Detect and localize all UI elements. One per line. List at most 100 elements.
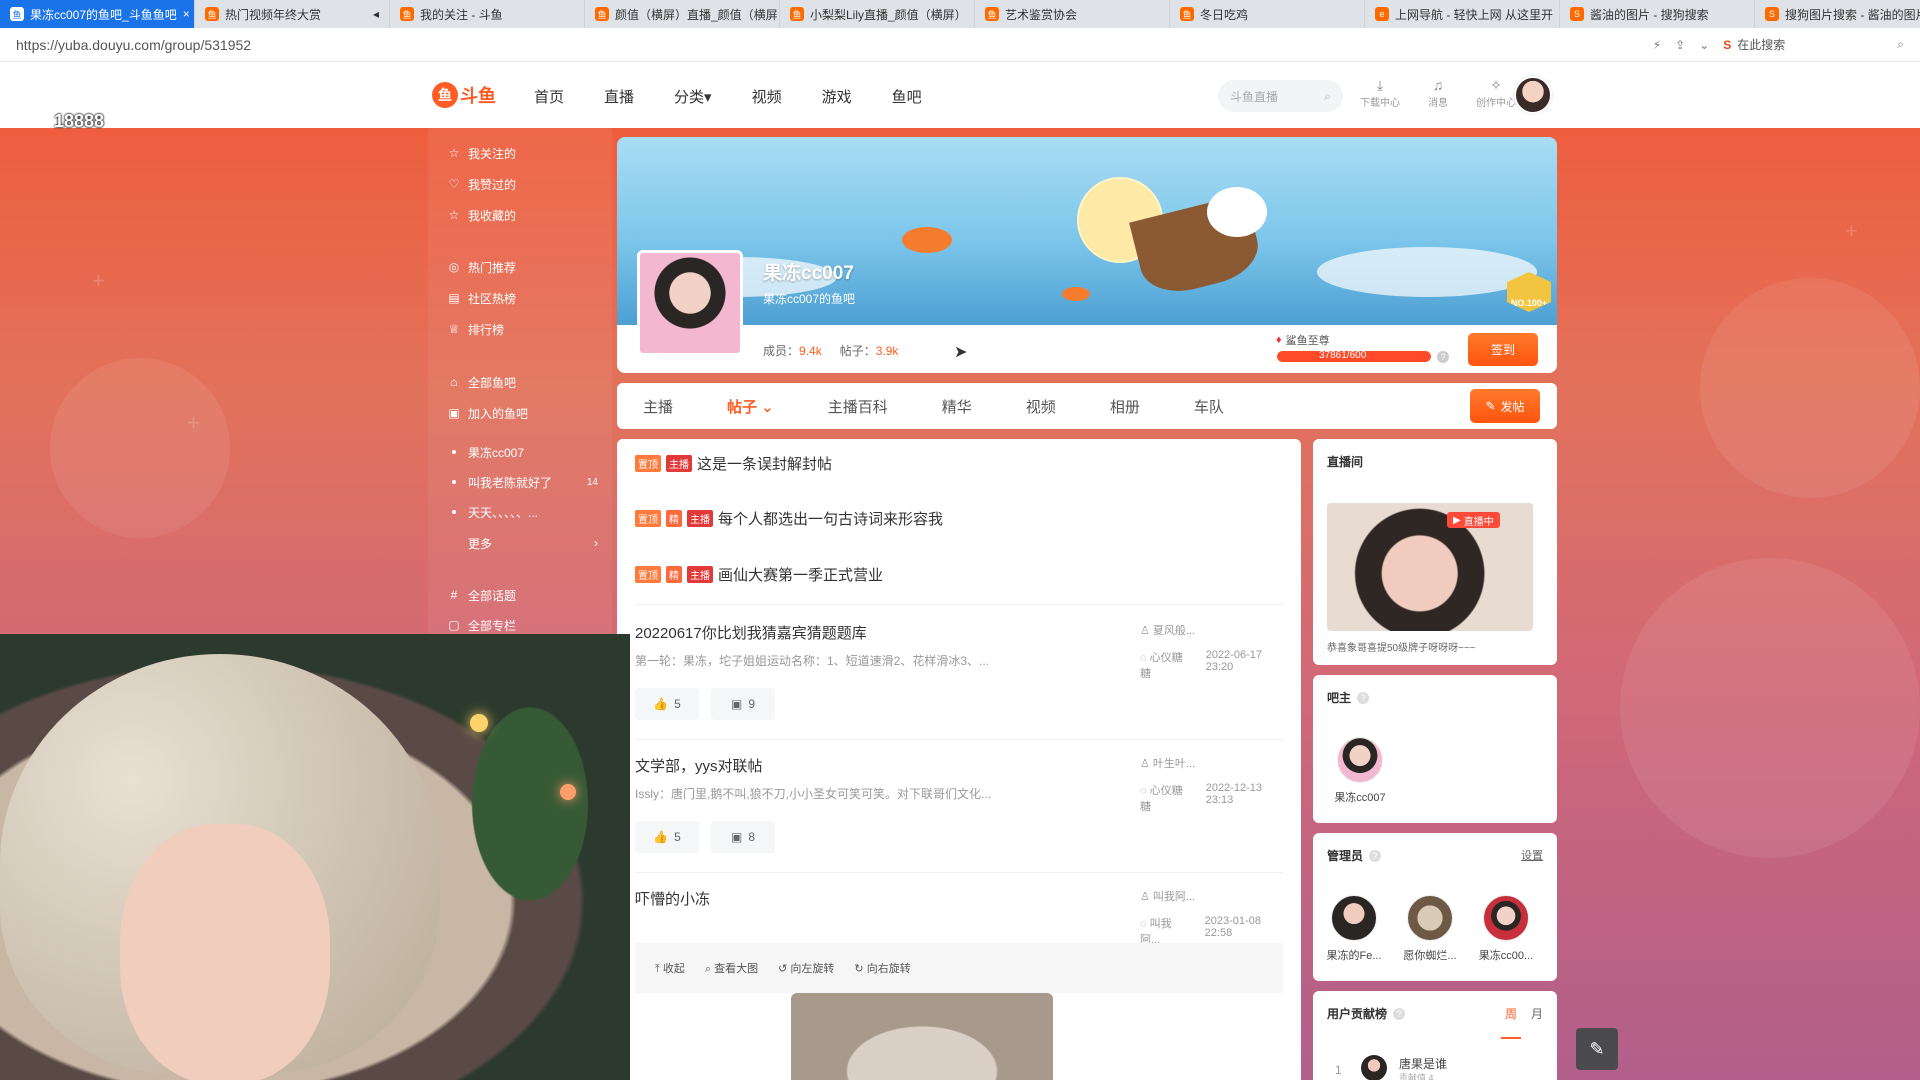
tab-4[interactable]: 视频 [1026, 396, 1056, 417]
browser-tab[interactable]: 鱼艺术鉴赏协会 [975, 0, 1170, 28]
audio-icon[interactable]: ◂ [367, 7, 379, 21]
rotate-left-button[interactable]: ↺ 向左旋转 [778, 960, 834, 976]
avatar[interactable] [1361, 1055, 1387, 1080]
tab-6[interactable]: 车队 [1194, 396, 1224, 417]
help-icon[interactable]: ? [1357, 691, 1370, 704]
tab-5[interactable]: 相册 [1110, 396, 1140, 417]
nav-home[interactable]: 首页 [534, 86, 564, 107]
browser-tab[interactable]: 鱼冬日吃鸡 [1170, 0, 1365, 28]
help-icon[interactable]: ? [1393, 1007, 1406, 1020]
comment-button[interactable]: ▣ 8 [711, 821, 775, 853]
pinned-title[interactable]: 这是一条误封解封帖 [697, 453, 832, 474]
edit-fab-button[interactable]: ✎ [1576, 1028, 1618, 1070]
search-icon[interactable]: ⌕ [1324, 89, 1331, 104]
browser-tab[interactable]: S 酱油的图片 - 搜狗搜索 [1560, 0, 1755, 28]
browser-tab[interactable]: e 上网导航 - 轻快上网 从这里开 [1365, 0, 1560, 28]
nav-video[interactable]: 视频 [752, 86, 782, 107]
like-button[interactable]: 👍 5 [635, 688, 699, 720]
douyu-icon: 鱼 [205, 7, 219, 21]
sidebar-item-favorites[interactable]: ☆ 我收藏的 [448, 205, 598, 225]
browser-tab[interactable]: 鱼热门视频年终大赏 ◂ [195, 0, 390, 28]
post-item[interactable]: 文学部，yys对联帖 Issly：唐门里,鹅不叫,狼不刀,小小圣女可笑可笑。对下… [635, 755, 1283, 865]
sidebar-item-community-hot[interactable]: ▤ 社区热榜 [448, 288, 598, 308]
pinned-title[interactable]: 每个人都选出一句古诗词来形容我 [718, 508, 943, 529]
close-icon[interactable]: × [177, 7, 190, 21]
messages[interactable]: ♫ 消息 [1416, 76, 1460, 109]
bg-bubble [1700, 278, 1920, 498]
post-item[interactable]: 吓懵的小冻 ♙ 叫我阿... ◌ 叫我阿... 2023-01-08 22:58 [635, 888, 1283, 946]
admin-person[interactable]: 果冻的Fe... [1317, 895, 1391, 963]
sidebar-item-joined[interactable]: ▣ 加入的鱼吧 [448, 403, 598, 423]
browser-tab[interactable]: 鱼果冻cc007的鱼吧_斗鱼鱼吧 × [0, 0, 195, 28]
site-search-input[interactable]: 斗鱼直播 ⌕ [1218, 80, 1343, 112]
help-icon[interactable]: ? [1437, 351, 1449, 363]
nav-live[interactable]: 直播 [604, 86, 634, 107]
sidebar-item-all-yuba[interactable]: ⌂ 全部鱼吧 [448, 372, 598, 392]
browser-tab[interactable]: 鱼我的关注 - 斗鱼 [390, 0, 585, 28]
post-author-name[interactable]: 夏风般... [1153, 625, 1195, 637]
sign-in-button[interactable]: 签到 [1468, 333, 1538, 366]
browser-tab[interactable]: 鱼颜值（横屏）直播_颜值（横屏 [585, 0, 780, 28]
contrib-tab-month[interactable]: 月 [1531, 1005, 1543, 1022]
rotate-right-button[interactable]: ↻ 向右旋转 [854, 960, 910, 976]
chevron-down-icon[interactable]: ⌄ [1699, 38, 1709, 52]
sidebar-item-followed[interactable]: ☆ 我关注的 [448, 143, 598, 163]
tab-3[interactable]: 精华 [942, 396, 972, 417]
browser-tab[interactable]: 鱼小梨梨Lily直播_颜值（横屏） [780, 0, 975, 28]
douyu-logo[interactable]: 鱼 斗鱼 [432, 80, 506, 110]
post-image[interactable] [791, 993, 1053, 1080]
collapse-button[interactable]: ⤒ 收起 [655, 960, 685, 976]
browser-search[interactable]: S 在此搜索 [1723, 36, 1883, 53]
help-icon[interactable]: ? [1369, 849, 1382, 862]
sidebar-joined-item[interactable]: 天天、、、、、... [448, 502, 598, 522]
admin-settings-link[interactable]: 设置 [1521, 847, 1543, 863]
pinned-post[interactable]: 置顶 精 主播 画仙大赛第一季正式营业 [635, 564, 883, 585]
live-caption[interactable]: 恭喜象哥喜提50级牌子呀呀呀~~~ [1327, 639, 1476, 654]
download-center[interactable]: ⤓ 下载中心 [1358, 76, 1402, 110]
admin-person[interactable]: 果冻cc00... [1469, 895, 1543, 963]
floating-live-video[interactable] [0, 634, 630, 1080]
sidebar-joined-item[interactable]: 果冻cc007 [448, 442, 598, 462]
sidebar-item-ranking[interactable]: ♕ 排行榜 [448, 319, 598, 339]
plus-deco-icon: + [92, 268, 105, 293]
nav-yuba[interactable]: 鱼吧 [892, 86, 922, 107]
url-field[interactable]: https://yuba.douyu.com/group/531952 [16, 37, 1653, 53]
post-author-name[interactable]: 叫我阿... [1153, 891, 1195, 903]
sidebar-item-columns[interactable]: ▢ 全部专栏 [448, 615, 598, 635]
sidebar-item-topics[interactable]: # 全部话题 [448, 585, 598, 605]
search-icon[interactable]: ⌕ [1897, 37, 1904, 52]
group-avatar[interactable] [637, 250, 743, 356]
creator-center[interactable]: ✧ 创作中心 [1474, 76, 1518, 110]
pinned-post[interactable]: 置顶 精 主播 每个人都选出一句古诗词来形容我 [635, 508, 943, 529]
post-item[interactable]: 20220617你比划我猜嘉宾猜题题库 第一轮：果冻，坨子姐姐运动名称：1、短道… [635, 622, 1283, 732]
bullet-icon [452, 480, 456, 484]
lightning-icon[interactable]: ⚡ [1653, 38, 1661, 52]
new-post-button[interactable]: ✎ 发帖 [1470, 389, 1540, 423]
post-author-name[interactable]: 叶生叶... [1153, 758, 1195, 770]
like-button[interactable]: 👍 5 [635, 821, 699, 853]
douyu-icon: 鱼 [10, 7, 24, 21]
comment-icon: ◌ [1140, 785, 1150, 797]
sidebar-joined-item[interactable]: 叫我老陈就好了 14 [448, 472, 598, 492]
view-large-button[interactable]: ⌕ 查看大图 [705, 960, 758, 976]
tab-0[interactable]: 主播 [643, 396, 673, 417]
admin-person[interactable]: 愿你蜘烂... [1393, 895, 1467, 963]
share-icon[interactable]: ⇪ [1675, 38, 1685, 52]
nav-game[interactable]: 游戏 [822, 86, 852, 107]
sidebar-more[interactable]: 更多 › [448, 533, 598, 553]
live-thumbnail[interactable] [1327, 503, 1533, 631]
tab-1[interactable]: 帖子 ⌄ [727, 396, 774, 417]
tab-2[interactable]: 主播百科 [828, 396, 888, 417]
pinned-title[interactable]: 画仙大赛第一季正式营业 [718, 564, 883, 585]
tag-essence: 精 [666, 566, 682, 583]
nav-category[interactable]: 分类▾ [674, 86, 712, 107]
contrib-tab-week[interactable]: 周 [1505, 1005, 1517, 1022]
sidebar-item-liked[interactable]: ♡ 我赞过的 [448, 174, 598, 194]
contrib-name[interactable]: 唐果是谁 [1399, 1055, 1447, 1072]
owner-person[interactable]: 果冻cc007 [1323, 737, 1397, 805]
browser-tab[interactable]: S 搜狗图片搜索 - 酱油的图片 [1755, 0, 1920, 28]
user-avatar[interactable] [1514, 76, 1552, 114]
sidebar-item-hot[interactable]: ◎ 热门推荐 [448, 257, 598, 277]
pinned-post[interactable]: 置顶 主播 这是一条误封解封帖 [635, 453, 832, 474]
comment-button[interactable]: ▣ 9 [711, 688, 775, 720]
